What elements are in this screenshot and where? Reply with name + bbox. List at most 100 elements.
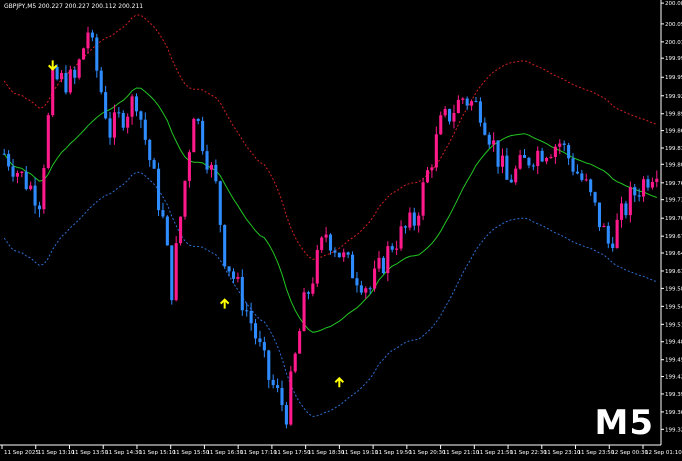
chart-background — [0, 0, 682, 457]
candle[interactable] — [223, 224, 227, 268]
candle-body — [619, 203, 624, 220]
candle-body — [346, 252, 350, 255]
candle[interactable] — [51, 63, 55, 118]
x-tick-label: 11 Sep 21:50 — [476, 450, 513, 456]
candle-body — [615, 219, 619, 249]
x-tick-label: 11 Sep 17:10 — [240, 450, 277, 456]
candle[interactable] — [46, 112, 50, 170]
candle-body — [403, 226, 408, 228]
candle[interactable] — [302, 287, 306, 332]
candle-body — [448, 109, 452, 122]
candle-body — [575, 171, 579, 174]
candle-body — [99, 70, 103, 93]
candle-body — [33, 185, 37, 206]
y-tick-label: 199.956 — [665, 75, 682, 81]
candle[interactable] — [478, 97, 482, 127]
candle[interactable] — [421, 177, 425, 221]
candle[interactable] — [165, 215, 169, 246]
candle-body — [223, 224, 227, 267]
candle[interactable] — [337, 252, 341, 258]
candle-body — [355, 278, 359, 286]
y-tick-label: 199.643 — [665, 251, 682, 257]
price-chart[interactable]: 200.088 200.051 200.019 199.990 199.956 199.9… — [0, 0, 682, 457]
candle-body — [611, 243, 615, 249]
candle[interactable] — [284, 401, 288, 429]
candle-body — [593, 192, 597, 203]
candle-body — [218, 181, 222, 225]
candle[interactable] — [289, 365, 293, 426]
candle-body — [161, 210, 165, 217]
candle-body — [646, 179, 650, 188]
candle-body — [412, 212, 416, 226]
candle-body — [302, 292, 306, 332]
candle[interactable] — [315, 244, 319, 287]
candle[interactable] — [293, 352, 297, 374]
candle-body — [567, 145, 571, 159]
candle-body — [386, 246, 390, 274]
candle-body — [642, 179, 646, 197]
candle-body — [267, 350, 271, 380]
candle[interactable] — [82, 47, 86, 60]
candle-body — [628, 187, 632, 216]
candle[interactable] — [68, 65, 72, 95]
candle-body — [364, 288, 368, 293]
chart-canvas[interactable]: 200.088 200.051 200.019 199.990 199.956 199.9… — [0, 0, 682, 457]
candle-body — [531, 165, 535, 167]
candle-body — [522, 155, 527, 158]
x-tick-label: 11 Sep 19:50 — [375, 450, 412, 456]
x-tick-label: 11 Sep 19:10 — [341, 450, 378, 456]
candle-body — [165, 216, 169, 246]
candle-body — [15, 172, 19, 177]
candle-body — [425, 170, 430, 183]
candle-body — [390, 246, 394, 250]
candle[interactable] — [179, 216, 183, 246]
candle[interactable] — [351, 251, 355, 279]
candle-body — [7, 153, 11, 167]
candle-body — [597, 202, 602, 228]
candle-body — [351, 254, 355, 279]
y-tick-label: 199.548 — [665, 304, 682, 310]
candle[interactable] — [192, 117, 196, 153]
candle[interactable] — [298, 328, 302, 354]
x-tick-label: 11 Sep 18:30 — [308, 450, 345, 456]
candle[interactable] — [381, 256, 385, 275]
candle[interactable] — [183, 180, 187, 220]
candle-body — [170, 245, 174, 301]
candle-body — [324, 234, 328, 238]
candle[interactable] — [42, 164, 46, 214]
candle[interactable] — [597, 202, 602, 231]
candle[interactable] — [156, 162, 161, 216]
candle-body — [465, 98, 469, 106]
candle-body — [214, 164, 218, 182]
x-tick-label: 12 Sep 01:10 — [645, 450, 682, 456]
candle[interactable] — [201, 116, 205, 155]
candle[interactable] — [121, 110, 125, 131]
candle-body — [637, 195, 641, 197]
candle[interactable] — [170, 245, 174, 305]
y-tick-label: 199.673 — [665, 234, 682, 240]
candle[interactable] — [77, 58, 81, 80]
candle-body — [483, 122, 487, 135]
candle-body — [500, 155, 505, 167]
candle-body — [59, 72, 64, 80]
candle-body — [231, 271, 236, 279]
x-tick-label: 11 Sep 15:10 — [139, 450, 176, 456]
candle-body — [37, 205, 42, 210]
candle-body — [359, 285, 363, 293]
x-tick-label: 11 Sep 23:10 — [544, 450, 581, 456]
candle[interactable] — [174, 236, 178, 302]
candle-body — [121, 112, 125, 128]
y-tick-label: 199.801 — [665, 162, 682, 168]
y-tick-label: 199.516 — [665, 322, 682, 328]
candle-body — [249, 310, 253, 324]
candle-body — [496, 140, 500, 167]
candle-body — [553, 146, 557, 158]
candle[interactable] — [99, 66, 103, 95]
y-tick-label: 199.768 — [665, 181, 682, 187]
candle-body — [108, 118, 112, 138]
candle-body — [311, 283, 315, 294]
candle[interactable] — [218, 180, 222, 233]
x-tick-label: 11 Sep 13:50 — [71, 450, 108, 456]
candle-body — [196, 118, 200, 121]
candle-body — [558, 143, 562, 147]
